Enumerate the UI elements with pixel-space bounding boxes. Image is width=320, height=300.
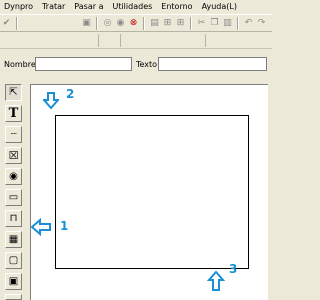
nombre-field[interactable] [35, 57, 132, 71]
table-control-tool[interactable]: ▣ [5, 273, 22, 290]
texto-label: Texto [136, 60, 158, 69]
element-palette: ⇱ T ┈ ☒ ◉ ▭ ⊓ ▦ ▢ ▣ [3, 84, 25, 300]
toolbar: ✔ ▣ ◎ ◉ ⊗ ▤ ⊞ ⊞ ✂ ❐ ▥ ↶ ↷ [0, 14, 272, 32]
undo-icon[interactable]: ↶ [243, 18, 254, 29]
pushbutton-tool[interactable]: ▭ [5, 189, 22, 206]
radio-button-tool[interactable]: ◉ [5, 168, 22, 185]
nombre-label: Nombre [4, 60, 36, 69]
toolbar-separator [16, 16, 18, 30]
pointer-tool[interactable]: ⇱ [5, 84, 22, 101]
toolbar-separator [190, 16, 192, 30]
arrow-up-icon [207, 270, 225, 291]
table-control-icon: ▣ [8, 276, 19, 287]
element-attributes-row: Nombre Texto [0, 56, 272, 76]
checkbox-icon: ☒ [8, 149, 19, 162]
box-tool[interactable]: ▦ [5, 231, 22, 248]
menu-dynpro[interactable]: Dynpro [0, 0, 38, 14]
box-icon: ▦ [8, 234, 19, 245]
save-icon[interactable]: ▣ [81, 18, 92, 29]
menu-entorno[interactable]: Entorno [157, 0, 197, 14]
paste-icon[interactable]: ▥ [222, 18, 233, 29]
text-field-tool[interactable]: T [5, 105, 22, 122]
text-t-icon: T [8, 106, 19, 121]
menu-ayuda[interactable]: Ayuda(L) [198, 0, 242, 14]
exit-icon[interactable]: ◉ [115, 18, 126, 29]
menu-tratar[interactable]: Tratar [38, 0, 70, 14]
callout-3: 3 [229, 262, 238, 276]
cut-icon[interactable]: ✂ [196, 18, 207, 29]
input-field-icon: ┈ [10, 129, 17, 140]
check-icon[interactable]: ✔ [1, 18, 12, 29]
input-field-tool[interactable]: ┈ [5, 126, 22, 143]
menu-pasar-a[interactable]: Pasar a [70, 0, 108, 14]
subscreen-icon: ▢ [8, 255, 19, 266]
tabstrip-icon: ⊓ [9, 213, 18, 224]
arrow-left-icon [30, 218, 51, 236]
texto-field[interactable] [158, 57, 267, 71]
copy-icon[interactable]: ❐ [209, 18, 220, 29]
application-toolbar [0, 32, 272, 49]
subscreen-tool[interactable]: ▢ [5, 252, 22, 269]
toolbar-divider [98, 34, 99, 47]
find-icon[interactable]: ⊞ [162, 18, 173, 29]
toolbar-divider [205, 34, 206, 47]
table-grid-tool[interactable] [5, 294, 22, 300]
checkbox-tool[interactable]: ☒ [5, 147, 22, 164]
redo-icon[interactable]: ↷ [256, 18, 267, 29]
toolbar-separator [143, 16, 145, 30]
pointer-icon: ⇱ [9, 87, 18, 98]
print-icon[interactable]: ▤ [149, 18, 160, 29]
menu-utilidades[interactable]: Utilidades [108, 0, 157, 14]
menu-bar: Dynpro Tratar Pasar a Utilidades Entorno… [0, 0, 272, 14]
arrow-down-icon [43, 92, 59, 110]
toolbar-separator [237, 16, 239, 30]
find-next-icon[interactable]: ⊞ [175, 18, 186, 29]
callout-1: 1 [60, 219, 69, 233]
toolbar-divider [120, 34, 121, 47]
cancel-icon[interactable]: ⊗ [128, 18, 139, 29]
toolbar-separator [96, 16, 98, 30]
back-icon[interactable]: ◎ [102, 18, 113, 29]
tabstrip-tool[interactable]: ⊓ [5, 210, 22, 227]
callout-2: 2 [66, 87, 75, 101]
radio-icon: ◉ [9, 171, 18, 182]
drawn-box-element[interactable] [55, 115, 249, 269]
pushbutton-icon: ▭ [8, 192, 19, 203]
